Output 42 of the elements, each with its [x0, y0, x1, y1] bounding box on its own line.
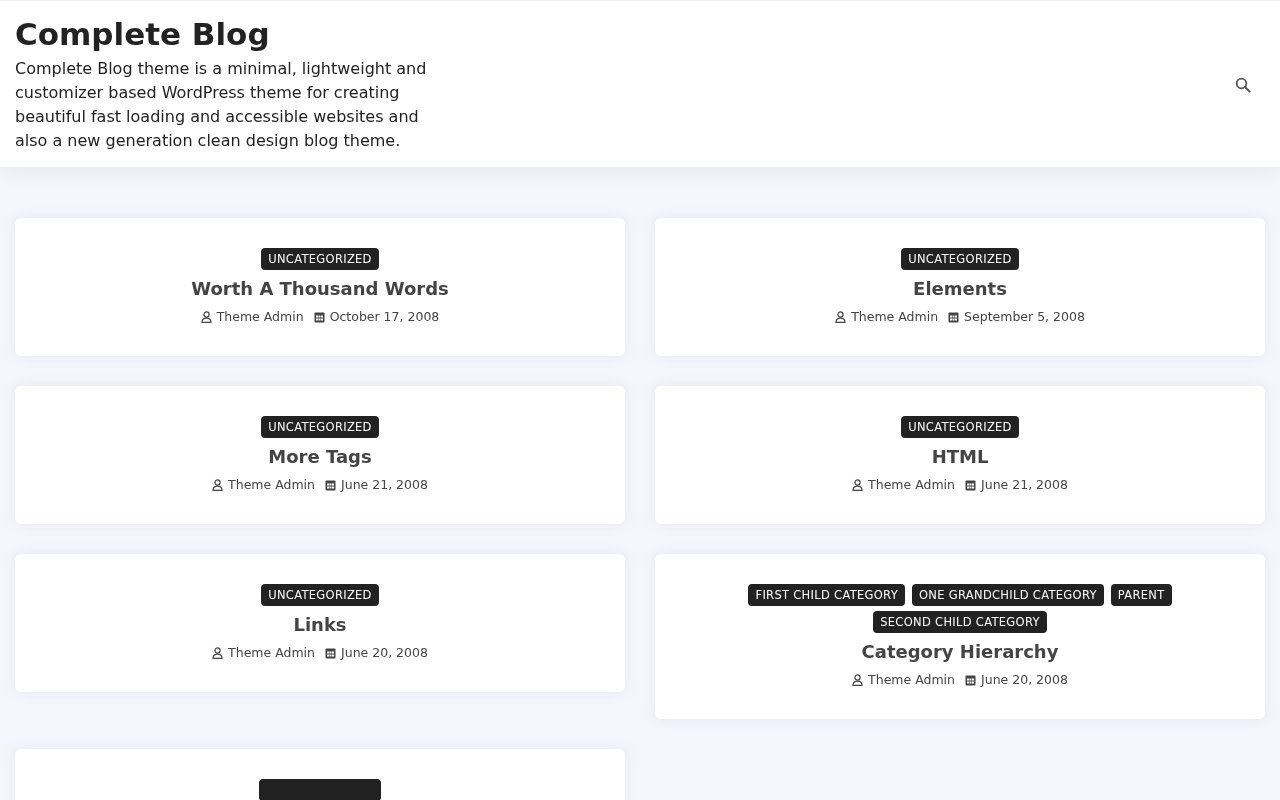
person-icon: [852, 673, 864, 686]
post-title[interactable]: Links: [293, 612, 347, 638]
category-tag[interactable]: SECOND CHILD CATEGORY: [873, 611, 1047, 633]
calendar-icon: [948, 310, 960, 323]
post-date[interactable]: June 20, 2008: [981, 672, 1068, 687]
person-icon: [852, 478, 864, 491]
calendar-icon: [325, 478, 337, 491]
post-author[interactable]: Theme Admin: [228, 477, 316, 492]
search-icon[interactable]: [1235, 77, 1251, 93]
post-title[interactable]: More Tags: [268, 444, 372, 470]
site-description: Complete Blog theme is a minimal, lightweight and customizer based WordPress theme for creating beautiful fast loading and accessible websites and also a new generation clean design blog theme.: [15, 58, 428, 152]
person-icon: [200, 310, 212, 323]
category-tag[interactable]: FIRST CHILD CATEGORY: [748, 584, 905, 606]
category-tag[interactable]: UNCATEGORIZED: [901, 248, 1019, 270]
post-date[interactable]: June 21, 2008: [981, 477, 1068, 492]
category-tag[interactable]: PARENT: [1110, 584, 1172, 606]
post-author[interactable]: Theme Admin: [851, 309, 939, 324]
post-title[interactable]: HTML: [931, 444, 989, 470]
category-tag[interactable]: UNCATEGORIZED: [261, 416, 379, 438]
calendar-icon: [965, 673, 977, 686]
post-date[interactable]: June 20, 2008: [341, 645, 428, 660]
category-tag[interactable]: UNCATEGORIZED: [901, 416, 1019, 438]
calendar-icon: [965, 478, 977, 491]
post-date[interactable]: October 17, 2008: [329, 309, 440, 324]
person-icon: [835, 310, 847, 323]
post-title[interactable]: Category Hierarchy: [861, 639, 1059, 665]
person-icon: [212, 646, 224, 659]
site-title[interactable]: Complete Blog: [15, 13, 445, 55]
calendar-icon: [325, 646, 337, 659]
category-tag[interactable]: UNCATEGORIZED: [261, 248, 379, 270]
post-author[interactable]: Theme Admin: [228, 645, 316, 660]
post-author[interactable]: Theme Admin: [868, 672, 956, 687]
post-date[interactable]: September 5, 2008: [964, 309, 1085, 324]
post-title[interactable]: Worth A Thousand Words: [191, 276, 449, 302]
category-tag[interactable]: UNCATEGORIZED: [261, 584, 379, 606]
person-icon: [212, 478, 224, 491]
post-author[interactable]: Theme Admin: [868, 477, 956, 492]
post-author[interactable]: Theme Admin: [216, 309, 304, 324]
post-date[interactable]: June 21, 2008: [341, 477, 428, 492]
post-title[interactable]: Elements: [913, 276, 1007, 302]
category-tag[interactable]: ONE GRANDCHILD CATEGORY: [912, 584, 1104, 606]
calendar-icon: [313, 310, 325, 323]
